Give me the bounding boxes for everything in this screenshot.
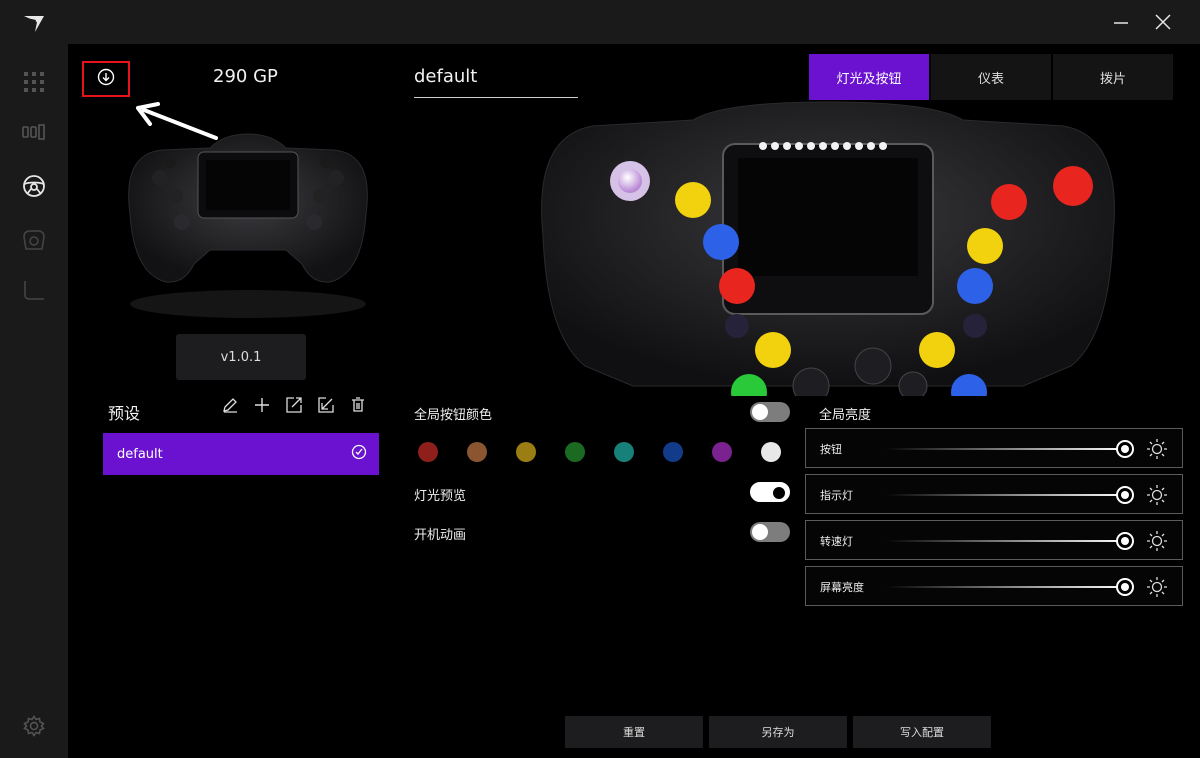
pedals-icon[interactable] xyxy=(18,116,50,148)
slider-label: 按钮 xyxy=(820,443,842,456)
tab-paddles[interactable]: 拨片 xyxy=(1053,54,1173,100)
add-preset-button[interactable] xyxy=(252,396,272,418)
model-name: 290 GP xyxy=(213,66,278,87)
gear-icon[interactable] xyxy=(18,710,50,742)
write-config-button[interactable]: 写入配置 xyxy=(853,716,991,748)
slider-track[interactable] xyxy=(886,448,1126,450)
tab-lighting-buttons[interactable]: 灯光及按钮 xyxy=(809,54,929,100)
minimize-button[interactable] xyxy=(1106,8,1136,36)
slider-thumb[interactable] xyxy=(1116,486,1134,504)
reset-button[interactable]: 重置 xyxy=(565,716,703,748)
swatch-red[interactable] xyxy=(418,442,438,462)
color-swatches xyxy=(418,442,781,462)
title-bar xyxy=(68,0,1200,44)
light-preview-label: 灯光预览 xyxy=(414,489,467,504)
sun-icon xyxy=(1146,438,1168,460)
delete-preset-button[interactable] xyxy=(348,396,368,418)
wheel-preview xyxy=(523,96,1133,410)
firmware-version-button[interactable]: v1.0.1 xyxy=(176,334,306,380)
global-color-toggle[interactable] xyxy=(750,402,790,422)
brightness-slider-rpm: 转速灯 xyxy=(805,520,1183,560)
grid-icon[interactable] xyxy=(18,66,50,98)
action-bar: 重置 另存为 写入配置 xyxy=(565,716,991,748)
brightness-slider-buttons: 按钮 xyxy=(805,428,1183,468)
swatch-purple[interactable] xyxy=(712,442,732,462)
slider-thumb[interactable] xyxy=(1116,440,1134,458)
swatch-white[interactable] xyxy=(761,442,781,462)
swatch-blue[interactable] xyxy=(663,442,683,462)
logo-icon xyxy=(20,10,48,38)
swatch-brown[interactable] xyxy=(467,442,487,462)
sun-icon xyxy=(1146,484,1168,506)
presets-title: 预设 xyxy=(108,404,141,423)
sun-icon xyxy=(1146,576,1168,598)
brightness-slider-indicator: 指示灯 xyxy=(805,474,1183,514)
rename-preset-button[interactable] xyxy=(220,396,240,418)
tab-dashboard[interactable]: 仪表 xyxy=(931,54,1051,100)
slider-thumb[interactable] xyxy=(1116,532,1134,550)
slider-track[interactable] xyxy=(886,586,1126,588)
app-window: 290 GP v1.0.1 预设 default default 灯光及按钮 仪… xyxy=(0,0,1200,758)
sun-icon xyxy=(1146,530,1168,552)
boot-animation-toggle[interactable] xyxy=(750,522,790,542)
check-circle-icon xyxy=(351,444,367,464)
download-button[interactable] xyxy=(82,61,130,97)
brightness-slider-screen: 屏幕亮度 xyxy=(805,566,1183,606)
light-preview-toggle[interactable] xyxy=(750,482,790,502)
slider-track[interactable] xyxy=(886,494,1126,496)
trash-icon xyxy=(350,397,366,417)
slider-label: 指示灯 xyxy=(820,489,853,502)
pencil-icon xyxy=(222,397,238,417)
plus-icon xyxy=(254,397,270,417)
main-panel: 290 GP v1.0.1 预设 default default 灯光及按钮 仪… xyxy=(68,44,1200,758)
slider-thumb[interactable] xyxy=(1116,578,1134,596)
export-icon xyxy=(286,397,302,417)
import-icon xyxy=(318,397,334,417)
save-as-button[interactable]: 另存为 xyxy=(709,716,847,748)
shifter-icon[interactable] xyxy=(18,274,50,306)
preset-item-default[interactable]: default xyxy=(103,433,379,475)
preset-toolbar xyxy=(220,396,368,418)
steering-wheel-icon[interactable] xyxy=(18,170,50,202)
swatch-teal[interactable] xyxy=(614,442,634,462)
swatch-yellow[interactable] xyxy=(516,442,536,462)
slider-track[interactable] xyxy=(886,540,1126,542)
export-preset-button[interactable] xyxy=(284,396,304,418)
preset-label: default xyxy=(117,446,163,462)
download-circle-icon xyxy=(97,68,115,90)
slider-label: 屏幕亮度 xyxy=(820,581,864,594)
wheel-base-icon[interactable] xyxy=(18,224,50,256)
boot-animation-label: 开机动画 xyxy=(414,528,467,543)
wheel-thumbnail xyxy=(116,114,380,334)
tab-bar: 灯光及按钮 仪表 拨片 xyxy=(809,54,1173,100)
slider-label: 转速灯 xyxy=(820,535,853,548)
global-color-label: 全局按钮颜色 xyxy=(414,408,493,423)
nav-rail xyxy=(0,0,68,758)
import-preset-button[interactable] xyxy=(316,396,336,418)
close-button[interactable] xyxy=(1148,8,1178,36)
profile-name[interactable]: default xyxy=(414,66,578,98)
global-brightness-title: 全局亮度 xyxy=(819,408,872,423)
swatch-green[interactable] xyxy=(565,442,585,462)
